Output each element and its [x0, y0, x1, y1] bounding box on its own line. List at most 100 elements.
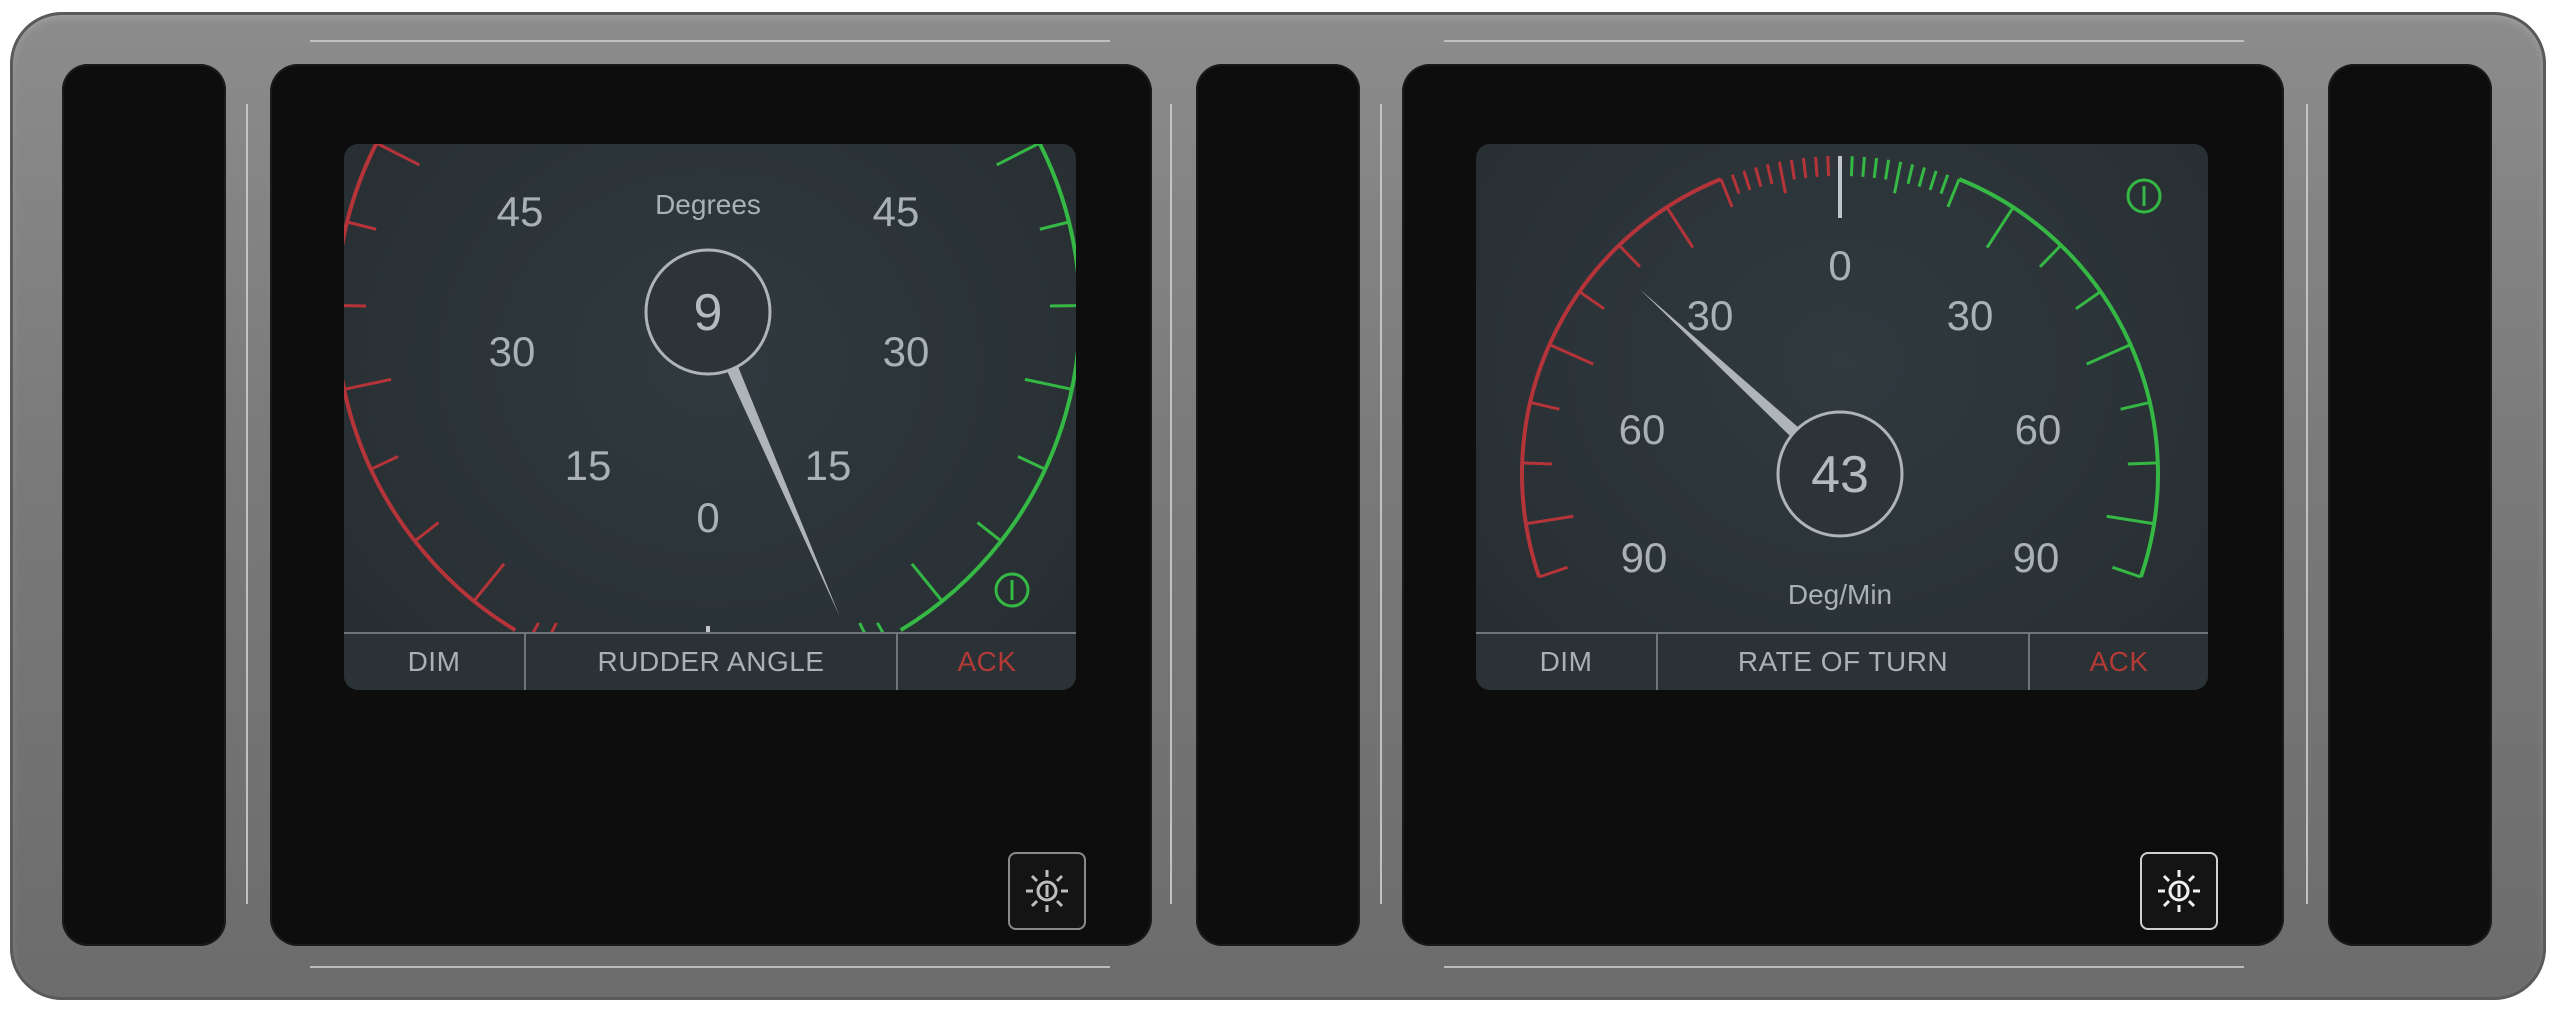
rudder-scale-tick [1024, 377, 1073, 391]
rot-label-zero: 0 [1828, 242, 1851, 289]
rudder-scale-tick [370, 455, 399, 471]
rot-unit-label: Deg/Min [1788, 579, 1892, 610]
power-icon [994, 572, 1030, 608]
rot-label-port-90: 90 [1621, 534, 1668, 581]
rot-scale-tick [1754, 167, 1763, 188]
rot-scale-tick [2038, 244, 2062, 268]
rot-scale-tick [1884, 159, 1891, 180]
blank-slot-middle [1196, 64, 1360, 946]
rot-scale-tick [2075, 290, 2102, 311]
rot-scale-tick [1801, 157, 1808, 179]
instrument-bezel: 45 30 15 0 15 30 45 Degrees 9 DIM RUDDER… [10, 12, 2546, 1000]
rudder-scale-tick [344, 377, 392, 391]
rudder-scale-tick [413, 521, 440, 543]
blank-slot-left [62, 64, 226, 946]
rot-scale-tick [1525, 514, 1574, 526]
bezel-trim-top-left [310, 40, 1110, 42]
rudder-starboard-arc [899, 144, 1076, 632]
bezel-trim-top-right [1444, 40, 2244, 42]
rate-of-turn-panel: 90 60 30 0 30 60 90 Deg/Min 43 DIM RATE … [1402, 64, 2284, 946]
rot-scale-tick [1826, 156, 1831, 177]
rot-scale-tick [1861, 156, 1866, 177]
rot-scale-tick [1538, 565, 1569, 579]
brightness-button[interactable] [1008, 852, 1086, 930]
rot-scale-tick [1578, 290, 1605, 311]
rudder-label-zero: 0 [696, 494, 719, 541]
rot-scale-tick [1872, 157, 1879, 179]
rot-starboard-arc [1958, 177, 2160, 578]
rot-scale-tick [2120, 401, 2151, 411]
rot-scale-tick [1917, 167, 1926, 188]
rot-label-stbd-60: 60 [2015, 406, 2062, 453]
rot-scale-tick [1946, 178, 1961, 208]
bezel-trim-v3 [1380, 104, 1382, 904]
rot-scale-tick [2127, 461, 2158, 466]
rudder-label-port-15: 15 [565, 442, 612, 489]
rot-label-port-30: 30 [1687, 292, 1734, 339]
rudder-label-port-30: 30 [489, 328, 536, 375]
bezel-trim-v1 [246, 104, 248, 904]
rudder-angle-screen: 45 30 15 0 15 30 45 Degrees 9 DIM RUDDER… [344, 144, 1076, 690]
rate-of-turn-screen: 90 60 30 0 30 60 90 Deg/Min 43 DIM RATE … [1476, 144, 2208, 690]
bezel-trim-v2 [1170, 104, 1172, 904]
bezel-trim-v4 [2306, 104, 2308, 904]
rudder-label-port-45: 45 [497, 188, 544, 235]
power-icon [2126, 178, 2162, 214]
rudder-scale-tick [1017, 455, 1046, 471]
rot-label-stbd-90: 90 [2013, 534, 2060, 581]
rudder-scale-tick [910, 562, 944, 603]
rot-scale-tick [1665, 206, 1695, 249]
rot-scale-tick [1985, 206, 2015, 249]
rudder-needle [725, 362, 840, 617]
rot-scale-tick [1814, 156, 1819, 177]
rot-label-stbd-30: 30 [1947, 292, 1994, 339]
rudder-scale-tick [375, 144, 420, 167]
rot-scale-tick [1548, 343, 1594, 366]
rudder-scale-tick [1049, 304, 1076, 308]
bezel-trim-bottom-left [310, 966, 1110, 968]
rudder-angle-panel: 45 30 15 0 15 30 45 Degrees 9 DIM RUDDER… [270, 64, 1152, 946]
rudder-softkey-bar: DIM RUDDER ANGLE ACK [344, 632, 1076, 690]
bezel-trim-bottom-right [1444, 966, 2244, 968]
rot-port-arc [1520, 177, 1722, 578]
rot-readout-value: 43 [1811, 446, 1869, 504]
ack-button[interactable]: ACK [2030, 634, 2208, 690]
rudder-scale-tick [1039, 220, 1070, 231]
rot-scale-tick [1939, 174, 1950, 195]
rudder-scale-tick [472, 562, 506, 603]
rot-scale-tick [1849, 156, 1854, 177]
rot-scale-tick [1928, 170, 1938, 191]
rudder-scale-tick [976, 521, 1003, 543]
dim-button[interactable]: DIM [344, 634, 526, 690]
rudder-unit-label: Degrees [655, 189, 761, 220]
rot-scale-tick [1742, 170, 1752, 191]
rudder-scale-tick [996, 144, 1041, 167]
rot-label-port-60: 60 [1619, 406, 1666, 453]
rudder-scale-tick [346, 220, 377, 231]
rot-scale-tick [2086, 343, 2132, 366]
rot-scale-tick [2111, 565, 2142, 579]
rot-scale-tick [1789, 159, 1796, 180]
rate-of-turn-gauge: 90 60 30 0 30 60 90 Deg/Min 43 [1520, 156, 2162, 610]
rate-of-turn-title: RATE OF TURN [1658, 634, 2030, 690]
rudder-label-stbd-45: 45 [873, 188, 920, 235]
rudder-angle-gauge: 45 30 15 0 15 30 45 Degrees 9 [344, 144, 1076, 634]
dim-button[interactable]: DIM [1476, 634, 1658, 690]
rudder-readout-value: 9 [694, 284, 723, 342]
rot-scale-tick [1618, 244, 1642, 268]
rot-softkey-bar: DIM RATE OF TURN ACK [1476, 632, 2208, 690]
rudder-scale-tick [344, 304, 367, 308]
rot-scale-tick [1730, 174, 1741, 195]
rot-scale-tick [1719, 178, 1734, 208]
rot-scale-tick [1906, 164, 1915, 185]
rudder-angle-title: RUDDER ANGLE [526, 634, 898, 690]
blank-slot-right [2328, 64, 2492, 946]
ack-button[interactable]: ACK [898, 634, 1076, 690]
rot-scale-tick [1893, 161, 1903, 194]
sun-icon [1026, 870, 1068, 912]
rot-scale-tick [1777, 161, 1787, 194]
sun-icon [2158, 870, 2200, 912]
brightness-button[interactable] [2140, 852, 2218, 930]
rot-scale-tick [1765, 164, 1774, 185]
rot-scale-tick [2106, 514, 2155, 526]
